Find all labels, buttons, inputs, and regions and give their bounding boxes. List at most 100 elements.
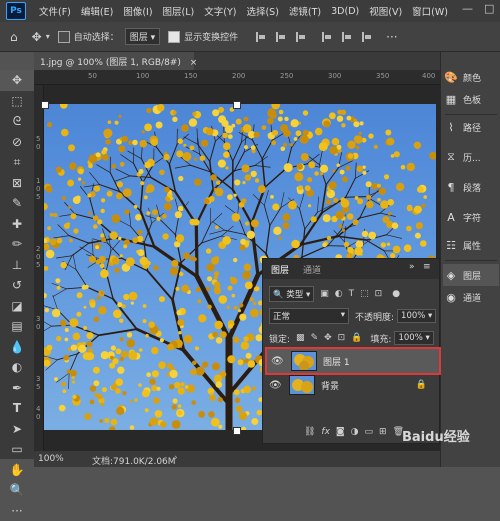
gradient-tool-icon[interactable]: ▤ [0,316,34,337]
menu-window[interactable]: 窗口(W) [407,4,453,18]
auto-select-checkbox[interactable] [58,31,70,43]
align-top-icon[interactable] [322,32,334,42]
lock-pixels-icon[interactable]: ✎ [311,333,319,343]
auto-select-target-dropdown[interactable]: 图层 ▾ [125,28,160,45]
more-options-icon[interactable]: ··· [386,30,397,44]
chevron-down-icon[interactable]: ▾ [46,32,50,41]
ruler-label: 300 [328,72,341,80]
panel-properties[interactable]: ☷ 属性 [443,234,499,256]
align-right-icon[interactable] [296,32,308,42]
lock-transparent-icon[interactable]: ▩ [296,333,305,343]
group-icon[interactable]: ▭ [365,427,374,437]
align-left-icon[interactable] [256,32,268,42]
document-tab[interactable]: 1.jpg @ 100% (图层 1, RGB/8#) × [34,52,194,70]
ruler-label: 200 [232,72,245,80]
menu-file[interactable]: 文件(F) [34,4,76,18]
menu-select[interactable]: 选择(S) [241,4,283,18]
clone-stamp-tool-icon[interactable]: ⊥ [0,255,34,276]
menu-image[interactable]: 图像(I) [118,4,157,18]
panel-channels[interactable]: ◉ 通道 [443,286,499,308]
fill-field[interactable]: 100% ▾ [394,331,433,345]
brush-tool-icon[interactable]: ✏ [0,234,34,255]
zoom-tool-icon[interactable]: 🔍 [0,480,34,501]
menu-type[interactable]: 文字(Y) [199,4,241,18]
filter-toggle[interactable]: ● [392,289,400,299]
lock-label: 锁定: [269,332,290,345]
document-info[interactable]: 文档:791.0K/2.06M [92,454,176,467]
menu-filter[interactable]: 滤镜(T) [284,4,326,18]
filter-kind-dropdown[interactable]: 🔍 类型 ▾ [269,286,314,302]
close-tab-icon[interactable]: × [190,58,198,68]
expand-panel-icon[interactable]: » [409,262,415,272]
transform-handle[interactable] [233,427,241,435]
layer-row-selected[interactable]: 👁 图层 1 [265,347,441,375]
tab-channels[interactable]: 通道 [303,263,321,276]
lock-position-icon[interactable]: ✥ [324,333,332,343]
opacity-field[interactable]: 100% ▾ [397,309,436,323]
panel-history[interactable]: ⧖ 历... [443,146,499,168]
blend-mode-dropdown[interactable]: 正常▾ [269,308,349,324]
layer-row[interactable]: 👁 背景 🔒 [265,373,437,397]
eraser-tool-icon[interactable]: ◪ [0,296,34,317]
dodge-tool-icon[interactable]: ◐ [0,357,34,378]
hand-tool-icon[interactable]: ✋ [0,460,34,481]
filter-type-icon[interactable]: T [349,289,355,299]
filter-pixel-icon[interactable]: ▣ [320,289,329,299]
layer-name[interactable]: 背景 [321,379,339,392]
move-tool-icon[interactable]: ✥ [32,30,42,44]
show-transform-checkbox[interactable] [168,31,180,43]
panel-layers[interactable]: ◈ 图层 [443,264,499,286]
crop-tool-icon[interactable]: ⌗ [0,152,34,173]
panel-swatches[interactable]: ▦ 色板 [443,88,499,110]
type-tool-icon[interactable]: T [0,398,34,419]
visibility-eye-icon[interactable]: 👁 [271,356,285,367]
adjustment-icon[interactable]: ◑ [351,427,359,437]
tab-layers[interactable]: 图层 [271,263,289,276]
maximize-button[interactable]: □ [484,2,494,15]
layer-name[interactable]: 图层 1 [323,355,350,368]
move-tool-icon[interactable]: ✥ [0,70,34,91]
minimize-button[interactable]: — [462,2,473,15]
menu-view[interactable]: 视图(V) [364,4,407,18]
path-select-tool-icon[interactable]: ➤ [0,419,34,440]
align-middle-icon[interactable] [342,32,354,42]
align-bottom-icon[interactable] [362,32,374,42]
visibility-eye-icon[interactable]: 👁 [269,380,283,391]
panel-color[interactable]: 🎨 颜色 [443,66,499,88]
layers-panel-tabs: 图层 通道 » ≡ [263,259,439,279]
new-layer-icon[interactable]: ⊞ [379,427,387,437]
transform-handle[interactable] [233,101,241,109]
lasso-tool-icon[interactable]: ᘓ [0,111,34,132]
panel-paths[interactable]: ⌇ 路径 [443,116,499,138]
history-brush-tool-icon[interactable]: ↺ [0,275,34,296]
link-icon[interactable]: ⛓ [304,427,315,437]
menu-3d[interactable]: 3D(D) [326,6,364,17]
panel-character[interactable]: A 字符 [443,206,499,228]
zoom-level[interactable]: 100% [38,454,64,464]
lock-artboard-icon[interactable]: ⊡ [338,333,346,343]
panel-menu-icon[interactable]: ≡ [423,262,431,272]
lock-all-icon[interactable]: 🔒 [351,333,362,343]
eyedropper-tool-icon[interactable]: ✎ [0,193,34,214]
paragraph-icon: ¶ [443,180,459,194]
menu-layer[interactable]: 图层(L) [158,4,200,18]
blur-tool-icon[interactable]: 💧 [0,337,34,358]
align-center-icon[interactable] [276,32,288,42]
healing-brush-tool-icon[interactable]: ✚ [0,214,34,235]
panel-paragraph[interactable]: ¶ 段落 [443,176,499,198]
mask-icon[interactable]: ◙ [336,427,345,437]
pen-tool-icon[interactable]: ✒ [0,378,34,399]
chevron-right-icon[interactable]: › [174,453,178,463]
more-tools-icon[interactable]: ··· [0,501,34,521]
filter-adjustment-icon[interactable]: ◐ [335,289,343,299]
filter-shape-icon[interactable]: ⬚ [360,289,369,299]
transform-handle[interactable] [41,101,49,109]
rectangle-tool-icon[interactable]: ▭ [0,439,34,460]
quick-select-tool-icon[interactable]: ⊘ [0,132,34,153]
menu-edit[interactable]: 编辑(E) [76,4,118,18]
filter-smart-icon[interactable]: ⊡ [375,289,383,299]
frame-tool-icon[interactable]: ⊠ [0,173,34,194]
home-icon[interactable]: ⌂ [10,30,18,44]
fx-icon[interactable]: fx [321,427,330,437]
marquee-tool-icon[interactable]: ⬚ [0,91,34,112]
